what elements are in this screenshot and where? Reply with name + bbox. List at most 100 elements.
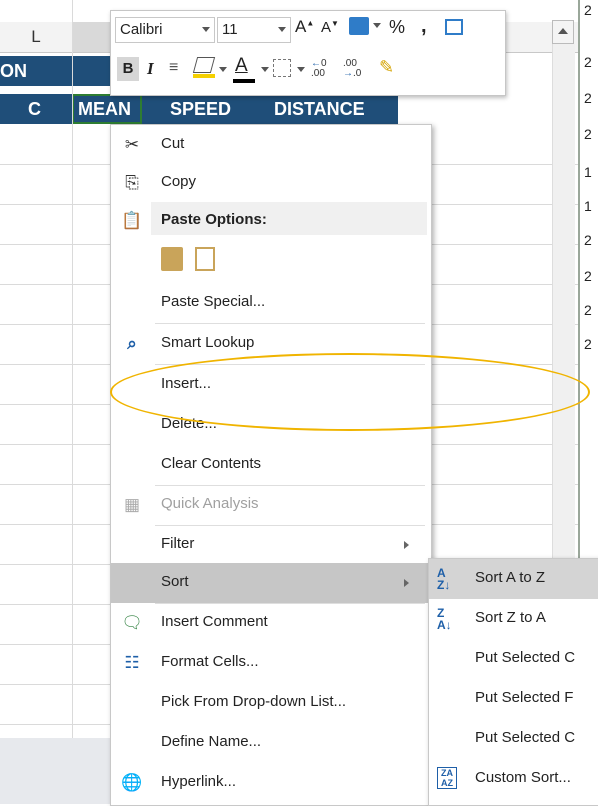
submenu-item-custom-sort[interactable]: ZA AZ Custom Sort... <box>429 759 598 799</box>
menu-item-hyperlink[interactable]: 🌐 Hyperlink... <box>111 763 431 803</box>
right-cell-value: 2 <box>584 232 592 248</box>
submenu-item-sort-z-to-a[interactable]: Z A↓ Sort Z to A <box>429 599 598 639</box>
header-distance: DISTANCE <box>274 99 365 119</box>
chevron-down-icon[interactable] <box>219 67 227 72</box>
menu-item-label: Sort <box>161 573 189 590</box>
copy-icon: ⎘ <box>125 173 139 192</box>
menu-item-label: Pick From Drop-down List... <box>161 693 347 710</box>
globe-link-icon: 🌐 <box>121 773 143 792</box>
increase-font-icon[interactable]: A▲ <box>295 17 314 37</box>
banner-text: ON <box>0 61 27 81</box>
menu-item-insert-comment[interactable]: 🗨 Insert Comment <box>111 603 431 643</box>
menu-item-label: Copy <box>161 173 197 190</box>
submenu-item-label: Put Selected C <box>475 729 576 746</box>
submenu-item-label: Sort Z to A <box>475 609 546 626</box>
submenu-item-label: Put Selected F <box>475 689 574 706</box>
menu-item-label: Format Cells... <box>161 653 259 670</box>
menu-item-label: Define Name... <box>161 733 262 750</box>
header-c: C <box>28 99 41 119</box>
paste-options-header: 📋 Paste Options: <box>111 201 431 241</box>
right-cell-value: 2 <box>584 268 592 284</box>
highlight-ellipse-annotation <box>110 353 590 431</box>
menu-item-filter[interactable]: Filter <box>111 525 431 565</box>
search-icon: ⌕ <box>127 334 137 353</box>
menu-item-label: Quick Analysis <box>161 495 259 512</box>
sort-descending-icon: Z A↓ <box>437 606 452 632</box>
menu-item-label: Filter <box>161 535 195 552</box>
chevron-down-icon <box>202 27 210 32</box>
bold-button[interactable]: B <box>117 57 139 81</box>
header-row: C MEAN SPEED DISTANCE <box>0 94 398 124</box>
paste-icon[interactable] <box>195 247 215 271</box>
menu-item-define-name[interactable]: Define Name... <box>111 723 431 763</box>
align-center-icon[interactable]: ≡ <box>169 59 178 77</box>
merge-center-icon[interactable] <box>445 19 463 35</box>
format-painter-icon[interactable]: ✎ <box>379 57 394 78</box>
menu-item-label: Insert Comment <box>161 613 268 630</box>
menu-item-format-cells[interactable]: ☷ Format Cells... <box>111 643 431 683</box>
menu-item-label: Paste Special... <box>161 293 266 310</box>
header-speed: SPEED <box>170 99 232 119</box>
column-header-label: L <box>31 27 41 46</box>
quick-analysis-icon: ▦ <box>123 495 141 514</box>
menu-item-quick-analysis[interactable]: ▦ Quick Analysis <box>111 485 431 525</box>
clipboard-icon: 📋 <box>121 211 143 230</box>
increase-decimal-button[interactable]: ←0.00 <box>311 59 327 79</box>
submenu-item-label: Put Selected C <box>475 649 576 666</box>
italic-button[interactable]: I <box>147 59 154 79</box>
borders-icon[interactable] <box>273 59 291 77</box>
decrease-decimal-button[interactable]: .00 →.0 <box>343 59 361 79</box>
menu-item-label: Smart Lookup <box>161 334 255 351</box>
right-cell-value: 1 <box>584 164 592 180</box>
fill-color-icon[interactable] <box>192 57 216 79</box>
right-cell-value: 2 <box>584 302 592 318</box>
menu-item-label: Clear Contents <box>161 455 262 472</box>
decrease-decimal-label: .0 <box>353 68 362 79</box>
right-cell-value: 2 <box>584 126 592 142</box>
chevron-down-icon[interactable] <box>297 67 305 72</box>
font-color-letter: A <box>235 55 248 76</box>
comment-icon: 🗨 <box>121 613 143 632</box>
menu-item-pick-from-list[interactable]: Pick From Drop-down List... <box>111 683 431 723</box>
chevron-right-icon <box>404 541 409 549</box>
scroll-up-button[interactable] <box>552 20 574 44</box>
format-cells-icon: ☷ <box>124 653 140 672</box>
font-name-value: Calibri <box>120 21 163 38</box>
submenu-item-put-selected-font[interactable]: Put Selected F <box>429 679 598 719</box>
menu-item-paste-special[interactable]: Paste Special... <box>111 283 431 323</box>
sort-ascending-icon: A Z↓ <box>437 566 451 592</box>
menu-item-clear-contents[interactable]: Clear Contents <box>111 445 431 485</box>
right-cell-value: 2 <box>584 54 592 70</box>
font-color-button[interactable]: A <box>235 55 248 77</box>
scissors-icon: ✂ <box>124 135 140 154</box>
menu-item-label: Cut <box>161 135 185 152</box>
font-size-value: 11 <box>222 21 238 38</box>
submenu-item-sort-a-to-z[interactable]: A Z↓ Sort A to Z <box>429 559 598 599</box>
decrease-font-icon[interactable]: A▼ <box>321 19 339 36</box>
paste-formatting-icon[interactable] <box>161 247 183 271</box>
context-menu: ✂ Cut ⎘ Copy 📋 Paste Options: Paste Spec… <box>110 124 432 806</box>
column-header-L[interactable]: L <box>0 22 73 53</box>
menu-item-cut[interactable]: ✂ Cut <box>111 125 431 165</box>
chevron-down-icon[interactable] <box>261 67 269 72</box>
right-cell-value: 2 <box>584 336 592 352</box>
right-cell-value: 1 <box>584 198 592 214</box>
submenu-item-put-selected-icon[interactable]: Put Selected C <box>429 719 598 759</box>
font-name-combo[interactable]: Calibri <box>115 17 215 43</box>
menu-item-sort[interactable]: Sort <box>111 563 431 603</box>
font-size-combo[interactable]: 11 <box>217 17 291 43</box>
sort-submenu: A Z↓ Sort A to Z Z A↓ Sort Z to A Put Sele… <box>428 558 598 806</box>
menu-item-copy[interactable]: ⎘ Copy <box>111 163 431 203</box>
chevron-down-icon[interactable] <box>373 23 381 28</box>
font-color-swatch <box>233 79 255 83</box>
active-cell[interactable] <box>72 94 142 124</box>
percent-style-button[interactable]: % <box>389 17 405 38</box>
menu-item-label: Hyperlink... <box>161 773 237 790</box>
submenu-item-label: Sort A to Z <box>475 569 546 586</box>
gridline <box>72 0 73 738</box>
accounting-format-icon[interactable] <box>349 17 369 35</box>
submenu-item-put-selected-color[interactable]: Put Selected C <box>429 639 598 679</box>
submenu-item-label: Custom Sort... <box>475 769 571 786</box>
custom-sort-icon: ZA AZ <box>437 767 457 789</box>
comma-style-button[interactable]: , <box>421 15 427 38</box>
